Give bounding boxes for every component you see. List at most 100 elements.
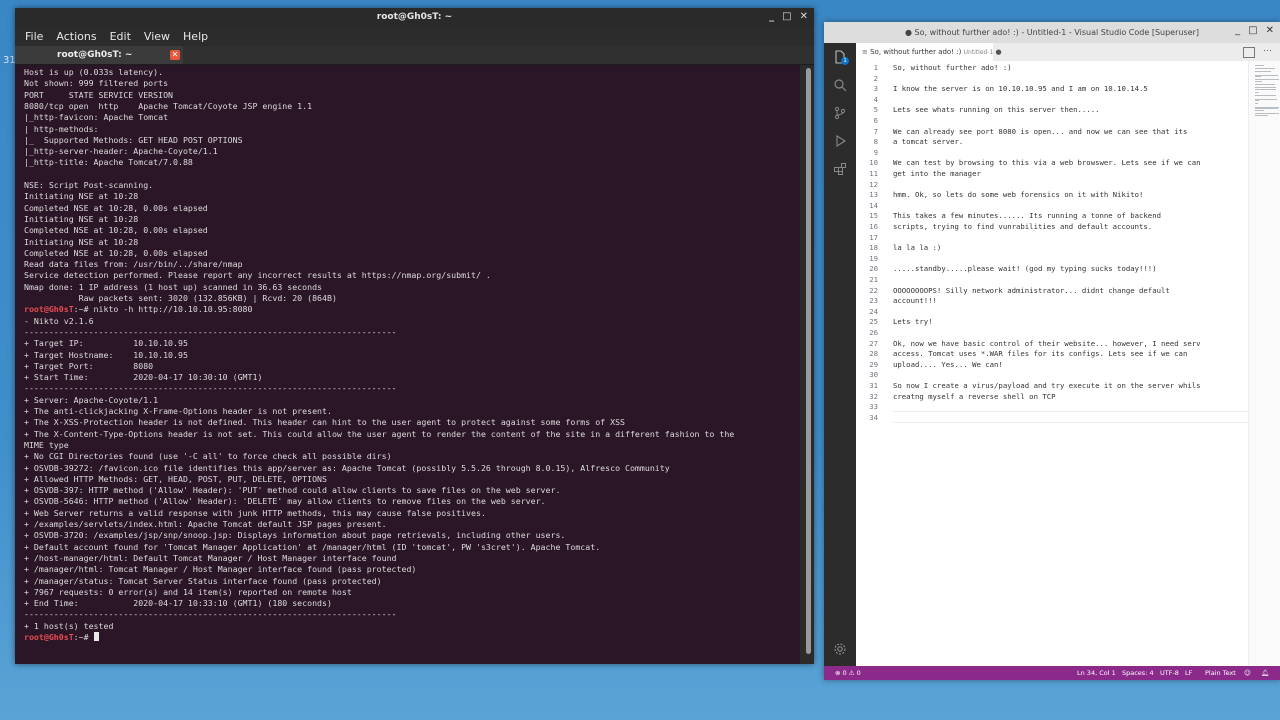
more-actions-icon[interactable]: ⋯ [1263, 45, 1272, 56]
minimap[interactable] [1248, 61, 1280, 666]
terminal-line: ----------------------------------------… [24, 609, 397, 620]
terminal-line: + OSVDB-397: HTTP method ('Allow' Header… [24, 485, 561, 496]
minimap-line [1255, 68, 1276, 70]
line-number: 29 [869, 359, 878, 369]
minimize-button[interactable]: _ [769, 8, 774, 26]
minimize-button[interactable]: _ [1235, 22, 1240, 40]
terminal-line: MIME type [24, 439, 69, 450]
run-debug-icon[interactable] [832, 133, 848, 149]
feedback-icon[interactable]: ☺ [1244, 666, 1251, 680]
settings-gear-icon[interactable] [832, 641, 848, 657]
menu-file[interactable]: File [25, 30, 43, 43]
editor-text-area[interactable]: 1 So, without further ado! :) 2 3 I know the… [856, 61, 1248, 666]
terminal-line: |_ Supported Methods: GET HEAD POST OPTI… [24, 134, 243, 145]
source-control-icon[interactable] [832, 105, 848, 121]
code-line: upload.... Yes... We can! [893, 359, 1003, 369]
language-mode[interactable]: Plain Text [1205, 666, 1236, 680]
notifications-bell-icon[interactable]: 🔔︎ [1261, 666, 1269, 680]
split-editor-icon[interactable] [1243, 47, 1255, 58]
editor-tab[interactable]: ≡ So, without further ado! :) Untitled-1… [856, 43, 1002, 61]
terminal-line: + /manager/html: Tomcat Manager / Host M… [24, 564, 417, 575]
terminal-prompt-line: root@Gh0sT:~# [24, 632, 99, 643]
indentation[interactable]: Spaces: 4 [1122, 666, 1154, 680]
workspace-number: 31 [3, 55, 16, 66]
menu-edit[interactable]: Edit [110, 30, 131, 43]
terminal-line: Raw packets sent: 3020 (132.856KB) | Rcv… [24, 293, 337, 303]
problems-indicator[interactable]: ⊗ 0 ⚠ 0 [835, 666, 861, 680]
line-number: 20 [869, 264, 878, 274]
terminal-title: root@Gh0sT: ~ [376, 12, 453, 22]
terminal-line: + /examples/servlets/index.html: Apache … [24, 519, 387, 529]
menu-help[interactable]: Help [183, 30, 208, 43]
extensions-icon[interactable] [832, 161, 848, 177]
terminal-line: ----------------------------------------… [24, 326, 397, 337]
terminal-line: Initiating NSE at 10:28 [24, 236, 139, 247]
terminal-line: Initiating NSE at 10:28 [24, 191, 139, 202]
code-line: a tomcat server. [893, 137, 964, 147]
code-line: Ok, now we have basic control of their w… [893, 338, 1201, 348]
vscode-titlebar[interactable]: ● So, without further ado! :) - Untitled… [824, 22, 1280, 43]
line-number: 32 [869, 391, 878, 401]
file-icon: ≡ [862, 48, 868, 56]
terminal-line: + 1 host(s) tested [24, 620, 114, 631]
cursor-position[interactable]: Ln 34, Col 1 [1077, 666, 1116, 680]
menu-actions[interactable]: Actions [56, 30, 96, 43]
line-number: 24 [869, 306, 878, 316]
terminal-titlebar[interactable]: root@Gh0sT: ~ _ □ ✕ [15, 8, 814, 26]
terminal-cursor [93, 632, 99, 641]
minimap-line [1255, 84, 1275, 86]
terminal-line: + /host-manager/html: Default Tomcat Man… [24, 552, 397, 563]
terminal-line: Not shown: 999 filtered ports [24, 78, 169, 89]
editor-tab-label: So, without further ado! :) [870, 48, 962, 56]
terminal-tabbar: root@Gh0sT: ~ ✕ [15, 46, 814, 65]
encoding[interactable]: UTF-8 [1160, 666, 1179, 680]
maximize-button[interactable]: □ [782, 8, 791, 26]
code-line: So now I create a virus/payload and try … [893, 381, 1201, 390]
line-ending[interactable]: LF [1185, 666, 1192, 680]
terminal-line: 8080/tcp open http Apache Tomcat/Coyote … [24, 100, 313, 111]
terminal-line: Read data files from: /usr/bin/../share/… [24, 259, 243, 270]
code-line: hmm. Ok, so lets do some web forensics o… [893, 190, 1144, 200]
terminal-tab[interactable]: root@Gh0sT: ~ ✕ [15, 46, 183, 64]
terminal-line: + OSVDB-39272: /favicon.ico file identif… [24, 462, 670, 473]
close-button[interactable]: ✕ [1266, 22, 1274, 40]
prompt-path: :~# [73, 304, 94, 315]
line-number: 9 [873, 147, 878, 157]
tab-close-icon[interactable]: ✕ [170, 50, 180, 60]
current-line-highlight [893, 411, 1248, 423]
editor-tabbar: ≡ So, without further ado! :) Untitled-1… [856, 43, 1280, 61]
line-number: 16 [869, 222, 878, 231]
terminal-line: Nmap done: 1 IP address (1 host up) scan… [24, 281, 323, 292]
terminal-line: | http-methods: [24, 123, 99, 134]
vscode-window[interactable]: ● So, without further ado! :) - Untitled… [824, 22, 1280, 680]
terminal-line: + OSVDB-5646: HTTP method ('Allow' Heade… [24, 496, 546, 507]
line-number: 21 [869, 275, 878, 284]
terminal-scrollbar-thumb[interactable] [806, 68, 811, 654]
terminal-line: + Web Server returns a valid response wi… [24, 507, 486, 518]
line-number: 22 [869, 285, 878, 295]
status-bar: ⊗ 0 ⚠ 0 Ln 34, Col 1 Spaces: 4 UTF-8 LF … [824, 666, 1280, 680]
terminal-output[interactable]: Host is up (0.033s latency). Not shown: 9… [15, 65, 800, 664]
prompt-user: root@Gh0sT [24, 304, 74, 315]
terminal-line: Completed NSE at 10:28, 0.00s elapsed [24, 247, 208, 258]
terminal-line: + Start Time: 2020-04-17 10:30:10 (GMT1) [24, 372, 263, 383]
menu-view[interactable]: View [144, 30, 170, 43]
terminal-line: Initiating NSE at 10:28 [24, 213, 139, 224]
unsaved-dot-icon[interactable]: ● [996, 48, 1002, 56]
terminal-line: + Default account found for 'Tomcat Mana… [24, 541, 601, 552]
line-number: 5 [873, 105, 878, 115]
terminal-line: |_http-title: Apache Tomcat/7.0.88 [24, 157, 193, 168]
terminal-prompt-line: root@Gh0sT:~# nikto -h http://10.10.10.9… [24, 304, 253, 315]
terminal-line: ----------------------------------------… [24, 383, 397, 394]
maximize-button[interactable]: □ [1248, 22, 1257, 40]
close-button[interactable]: ✕ [800, 8, 808, 26]
terminal-line: + No CGI Directories found (use '-C all'… [24, 451, 392, 462]
minimap-line [1255, 89, 1276, 90]
terminal-window[interactable]: root@Gh0sT: ~ _ □ ✕ File Actions Edit Vi… [15, 8, 814, 664]
terminal-line: + Server: Apache-Coyote/1.1 [24, 394, 159, 405]
line-number: 18 [869, 243, 878, 253]
terminal-line: Completed NSE at 10:28, 0.00s elapsed [24, 225, 208, 236]
terminal-line: NSE: Script Post-scanning. [24, 180, 154, 190]
minimap-line [1255, 81, 1262, 82]
search-icon[interactable] [832, 77, 848, 93]
